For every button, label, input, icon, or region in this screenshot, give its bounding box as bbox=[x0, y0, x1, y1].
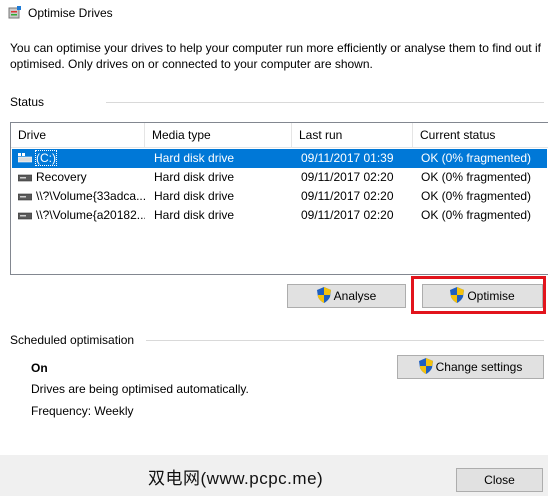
change-settings-button[interactable]: Change settings bbox=[397, 355, 544, 379]
last-run: 09/11/2017 01:39 bbox=[301, 151, 394, 165]
drive-name: \\?\Volume{33adca... bbox=[36, 189, 145, 203]
current-status: OK (0% fragmented) bbox=[421, 151, 532, 165]
table-row[interactable]: (C:) Hard disk drive 09/11/2017 01:39 OK… bbox=[12, 149, 547, 168]
current-status: OK (0% fragmented) bbox=[421, 189, 532, 203]
close-button[interactable]: Close bbox=[456, 468, 543, 492]
schedule-description: Drives are being optimised automatically… bbox=[31, 382, 249, 396]
status-group-label: Status bbox=[10, 95, 45, 109]
uac-shield-icon bbox=[316, 287, 331, 304]
table-row[interactable]: Recovery Hard disk drive 09/11/2017 02:2… bbox=[12, 168, 547, 187]
title-bar: Optimise Drives bbox=[0, 0, 548, 28]
optimise-drives-app-icon bbox=[8, 6, 21, 19]
last-run: 09/11/2017 02:20 bbox=[301, 170, 394, 184]
optimise-highlight-annotation bbox=[411, 276, 546, 314]
watermark-text: 双电网(www.pcpc.me) bbox=[148, 469, 324, 488]
drives-list[interactable]: Drive Media type Last run Current status… bbox=[10, 122, 548, 275]
schedule-frequency: Frequency: Weekly bbox=[31, 404, 134, 418]
drive-name: \\?\Volume{a20182... bbox=[36, 208, 145, 222]
drive-name: (C:) bbox=[35, 150, 57, 166]
window-title: Optimise Drives bbox=[28, 6, 113, 20]
media-type: Hard disk drive bbox=[154, 170, 235, 184]
schedule-state: On bbox=[31, 361, 48, 375]
media-type: Hard disk drive bbox=[154, 208, 235, 222]
drive-name: Recovery bbox=[36, 170, 87, 184]
analyse-button-label: Analyse bbox=[333, 289, 377, 303]
last-run: 09/11/2017 02:20 bbox=[301, 208, 394, 222]
table-row[interactable]: \\?\Volume{a20182... Hard disk drive 09/… bbox=[12, 206, 547, 225]
column-header-last-run[interactable]: Last run bbox=[292, 123, 413, 147]
last-run: 09/11/2017 02:20 bbox=[301, 189, 394, 203]
column-header-media-type[interactable]: Media type bbox=[145, 123, 292, 147]
intro-text: You can optimise your drives to help you… bbox=[10, 41, 541, 71]
scheduled-divider bbox=[146, 340, 544, 341]
current-status: OK (0% fragmented) bbox=[421, 208, 532, 222]
analyse-button[interactable]: Analyse bbox=[287, 284, 406, 308]
table-header: Drive Media type Last run Current status bbox=[11, 123, 548, 148]
status-divider bbox=[106, 102, 544, 103]
media-type: Hard disk drive bbox=[154, 151, 235, 165]
scheduled-group-label: Scheduled optimisation bbox=[10, 333, 135, 347]
change-settings-button-label: Change settings bbox=[435, 360, 523, 374]
media-type: Hard disk drive bbox=[154, 189, 235, 203]
column-header-current-status[interactable]: Current status bbox=[413, 123, 548, 147]
uac-shield-icon bbox=[418, 358, 433, 375]
column-header-drive[interactable]: Drive bbox=[11, 123, 145, 147]
table-row[interactable]: \\?\Volume{33adca... Hard disk drive 09/… bbox=[12, 187, 547, 206]
current-status: OK (0% fragmented) bbox=[421, 170, 532, 184]
